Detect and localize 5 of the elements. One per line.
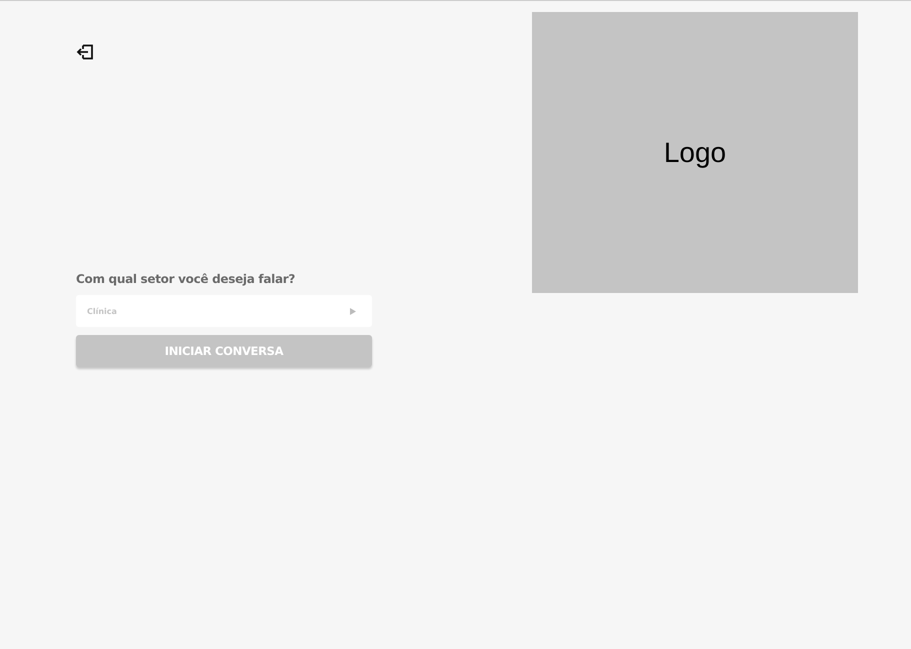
question-label: Com qual setor você deseja falar? — [76, 272, 296, 286]
sector-select[interactable]: Clínica — [76, 295, 372, 327]
logout-icon[interactable] — [76, 44, 94, 60]
caret-icon — [350, 308, 356, 314]
logo-text: Logo — [664, 136, 726, 168]
